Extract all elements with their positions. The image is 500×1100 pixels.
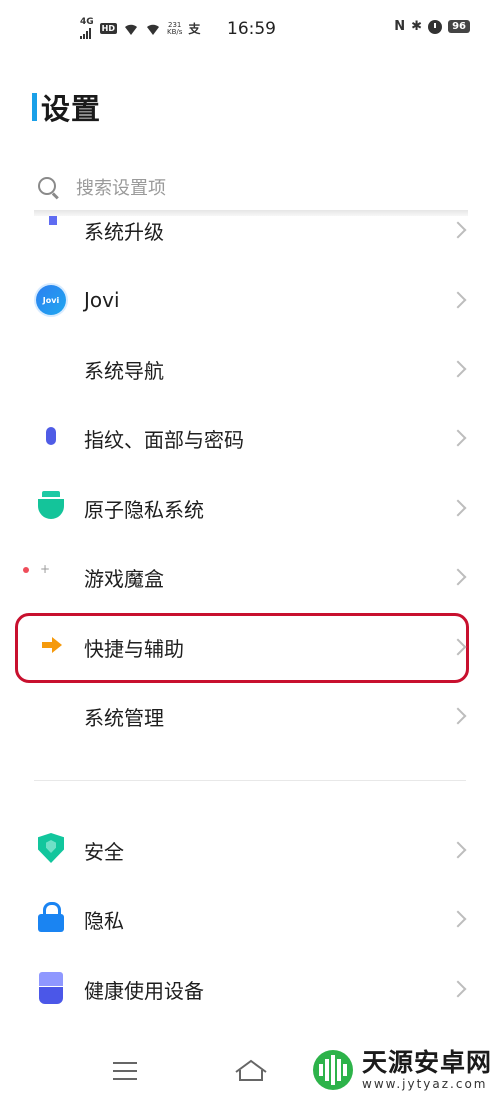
battery-icon: 96 (448, 20, 470, 33)
chevron-right-icon (449, 221, 467, 239)
status-left: 4G HD 231 KB/s 支 (80, 18, 200, 39)
settings-item-fingerprint-face-password[interactable]: 指纹、面部与密码 (34, 408, 468, 468)
settings-item-label: 系统升级 (84, 219, 164, 244)
settings-item-healthy-usage[interactable]: 健康使用设备 (34, 959, 468, 1019)
settings-item-label: 健康使用设备 (84, 978, 204, 1003)
home-button[interactable] (234, 1058, 268, 1082)
settings-item-shortcut-assist[interactable]: 快捷与辅助 (34, 617, 468, 677)
security-shield-icon (34, 833, 68, 867)
search-bar[interactable] (34, 168, 466, 208)
signal-bars-icon (80, 27, 91, 39)
settings-item-label: 快捷与辅助 (84, 636, 184, 661)
clock: 16:59 (227, 19, 276, 39)
chevron-right-icon (449, 841, 467, 859)
settings-item-label: 指纹、面部与密码 (84, 427, 244, 452)
chevron-right-icon (449, 360, 467, 378)
alarm-icon (428, 19, 443, 34)
system-management-icon (34, 699, 68, 733)
healthy-usage-icon (34, 972, 68, 1006)
game-box-icon (34, 560, 68, 594)
privacy-lock-icon (34, 902, 68, 936)
alipay-notification-icon: 支 (188, 22, 201, 36)
settings-item-jovi[interactable]: Jovi Jovi (34, 270, 468, 330)
home-icon (235, 1059, 267, 1081)
chevron-right-icon (449, 499, 467, 517)
settings-item-label: Jovi (84, 288, 120, 312)
system-upgrade-icon (34, 216, 68, 246)
chevron-right-icon (449, 980, 467, 998)
search-input[interactable] (76, 177, 436, 199)
settings-item-label: 原子隐私系统 (84, 497, 204, 522)
settings-item-security[interactable]: 安全 (34, 820, 468, 880)
watermark-name: 天源安卓网 (362, 1048, 493, 1077)
system-navigation-icon (34, 352, 68, 386)
watermark-logo-icon (313, 1050, 353, 1090)
recent-apps-button[interactable] (113, 1062, 137, 1080)
wifi-icon (125, 24, 137, 35)
settings-item-system-navigation[interactable]: 系统导航 (34, 339, 468, 399)
clipped-list-area: 系统升级 (0, 216, 500, 246)
settings-item-atom-privacy[interactable]: 原子隐私系统 (34, 478, 468, 538)
settings-item-label: 系统导航 (84, 358, 164, 383)
chevron-right-icon (449, 568, 467, 586)
network-speed: 231 KB/s (167, 21, 183, 36)
jovi-icon-text: Jovi (36, 285, 66, 315)
speed-unit: KB/s (167, 27, 183, 36)
site-watermark: 天源安卓网 www.jytyaz.com (310, 1048, 492, 1092)
cellular-signal: 4G (80, 18, 94, 39)
search-icon (38, 177, 60, 199)
watermark-text: 天源安卓网 www.jytyaz.com (362, 1048, 493, 1092)
settings-item-label: 游戏魔盒 (84, 566, 164, 591)
settings-item-privacy[interactable]: 隐私 (34, 889, 468, 949)
title-accent-bar (32, 93, 37, 121)
status-right: N ✱ 96 (394, 19, 470, 34)
nfc-icon: N (394, 19, 406, 34)
settings-item-system-upgrade[interactable]: 系统升级 (34, 216, 468, 246)
chevron-right-icon (449, 429, 467, 447)
wifi-icon-2 (147, 24, 159, 35)
settings-item-label: 安全 (84, 839, 124, 864)
settings-item-label: 隐私 (84, 908, 124, 933)
status-bar: 4G HD 231 KB/s 支 16:59 N ✱ 96 (0, 0, 500, 60)
hd-badge: HD (99, 23, 117, 34)
fingerprint-icon (34, 421, 68, 455)
bluetooth-icon: ✱ (411, 19, 423, 34)
chevron-right-icon (449, 291, 467, 309)
chevron-right-icon (449, 910, 467, 928)
network-type: 4G (80, 17, 94, 27)
shortcut-assist-icon (34, 630, 68, 664)
settings-item-label: 系统管理 (84, 705, 164, 730)
settings-item-game-box[interactable]: 游戏魔盒 (34, 547, 468, 607)
jovi-icon: Jovi (34, 283, 68, 317)
page-title-text: 设置 (41, 92, 102, 126)
watermark-url: www.jytyaz.com (362, 1077, 488, 1091)
chevron-right-icon (449, 638, 467, 656)
settings-item-system-management[interactable]: 系统管理 (34, 686, 468, 746)
atom-privacy-icon (34, 491, 68, 525)
section-divider (34, 780, 466, 781)
page-title: 设置 (32, 86, 101, 128)
chevron-right-icon (449, 707, 467, 725)
